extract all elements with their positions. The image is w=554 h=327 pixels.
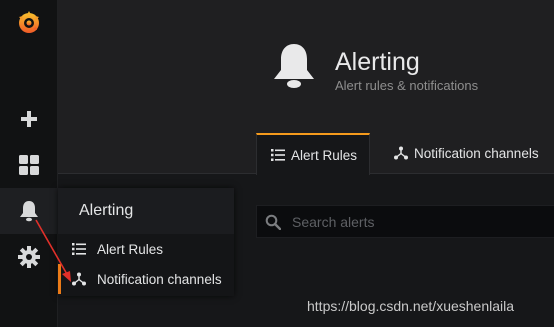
menu-item-alert-rules[interactable]: Alert Rules xyxy=(58,234,234,264)
side-menu xyxy=(0,0,58,327)
tab-alert-rules[interactable]: Alert Rules xyxy=(256,133,370,175)
page-subtitle: Alert rules & notifications xyxy=(335,78,479,93)
tab-notification-channels[interactable]: Notification channels xyxy=(380,133,554,173)
watermark-text: https://blog.csdn.net/xueshenlaila xyxy=(307,298,515,314)
gear-icon[interactable] xyxy=(0,234,58,280)
alerting-dropdown-menu: Alerting Alert Rules Notification channe… xyxy=(58,188,234,296)
tab-label: Alert Rules xyxy=(291,147,358,163)
dashboards-grid-icon[interactable] xyxy=(0,142,58,188)
bell-icon[interactable] xyxy=(0,188,58,234)
dropdown-header[interactable]: Alerting xyxy=(58,188,234,234)
search-icon xyxy=(265,214,281,230)
menu-item-label: Notification channels xyxy=(97,271,222,287)
tab-label: Notification channels xyxy=(414,145,539,161)
list-icon xyxy=(271,148,285,162)
search-box xyxy=(256,205,554,238)
dropdown-title: Alerting xyxy=(79,202,134,219)
page-title: Alerting xyxy=(335,48,420,76)
plus-icon[interactable] xyxy=(0,96,58,142)
page-bell-icon xyxy=(272,42,316,95)
list-icon xyxy=(72,242,86,256)
share-nodes-icon xyxy=(72,272,86,286)
share-nodes-icon xyxy=(394,146,408,160)
menu-item-label: Alert Rules xyxy=(97,241,164,257)
menu-item-notification-channels[interactable]: Notification channels xyxy=(58,264,234,294)
search-input[interactable] xyxy=(292,213,532,230)
grafana-logo-icon[interactable] xyxy=(0,0,58,46)
